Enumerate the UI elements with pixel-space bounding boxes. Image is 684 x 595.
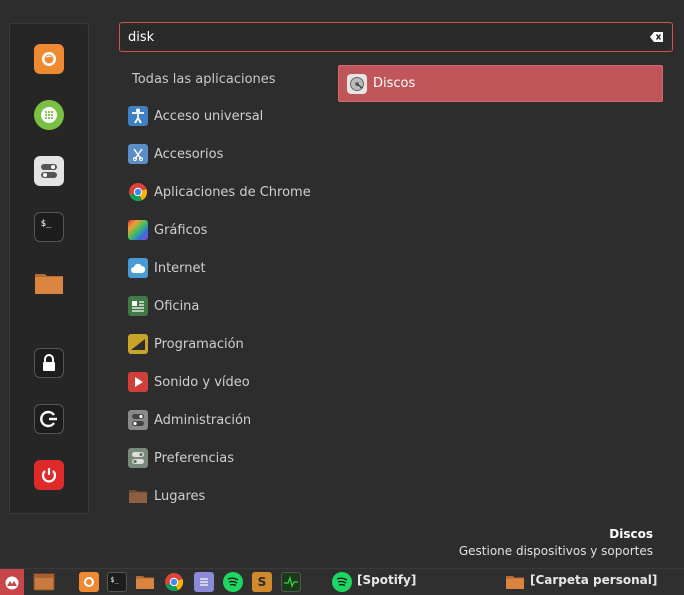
firefox-icon[interactable] <box>34 44 64 74</box>
firefox-icon[interactable] <box>79 572 99 592</box>
cloud-icon <box>128 258 148 278</box>
menu-button[interactable] <box>0 569 24 595</box>
category-label: Acceso universal <box>154 108 264 124</box>
category-office[interactable]: Oficina <box>128 295 318 317</box>
play-icon <box>128 372 148 392</box>
system-monitor-icon[interactable] <box>281 572 301 592</box>
show-desktop-icon[interactable] <box>33 572 55 592</box>
software-manager-icon[interactable] <box>34 100 64 130</box>
category-label: Sonido y vídeo <box>154 374 250 390</box>
office-icon <box>128 296 148 316</box>
spotify-window-icon <box>332 572 352 592</box>
search-bar <box>119 22 673 52</box>
window-button-home-folder[interactable]: [Carpeta personal] <box>530 573 657 587</box>
text-editor-icon[interactable] <box>194 572 214 592</box>
administration-icon <box>128 410 148 430</box>
settings-icon[interactable] <box>34 156 64 186</box>
category-label: Administración <box>154 412 252 428</box>
category-label: Internet <box>154 260 206 276</box>
power-icon[interactable] <box>34 460 64 490</box>
search-result-discos[interactable]: Discos <box>338 65 663 102</box>
taskbar: $_ S [Spotify] [Carpeta personal] <box>0 568 684 595</box>
category-universal-access[interactable]: Acceso universal <box>128 105 318 127</box>
category-places[interactable]: Lugares <box>128 485 318 507</box>
app-description-title: Discos <box>609 527 653 541</box>
clear-search-icon[interactable] <box>650 31 664 43</box>
programming-icon <box>128 334 148 354</box>
category-accessories[interactable]: Accesorios <box>128 143 318 165</box>
result-label: Discos <box>373 76 416 91</box>
home-folder-window-icon <box>505 572 525 592</box>
category-label: Aplicaciones de Chrome <box>154 184 311 200</box>
category-internet[interactable]: Internet <box>128 257 318 279</box>
category-preferences[interactable]: Preferencias <box>128 447 318 469</box>
category-all-applications[interactable]: Todas las aplicaciones <box>132 72 276 87</box>
category-label: Preferencias <box>154 450 235 466</box>
places-folder-icon <box>128 486 148 506</box>
logout-icon[interactable] <box>34 404 64 434</box>
app-description-text: Gestione dispositivos y soportes <box>458 544 653 558</box>
category-programming[interactable]: Programación <box>128 333 318 355</box>
folder-icon[interactable] <box>135 572 155 592</box>
folder-icon[interactable] <box>34 268 64 298</box>
graphics-icon <box>128 220 148 240</box>
search-input[interactable] <box>128 28 638 46</box>
chrome-icon[interactable] <box>164 572 184 592</box>
category-label: Programación <box>154 336 244 352</box>
scissors-icon <box>128 144 148 164</box>
category-administration[interactable]: Administración <box>128 409 318 431</box>
category-label: Accesorios <box>154 146 224 162</box>
spotify-icon[interactable] <box>223 572 243 592</box>
category-sound-video[interactable]: Sonido y vídeo <box>128 371 318 393</box>
category-chrome-apps[interactable]: Aplicaciones de Chrome <box>128 181 318 203</box>
preferences-icon <box>128 448 148 468</box>
chrome-icon <box>128 182 148 202</box>
window-button-spotify[interactable]: [Spotify] <box>357 573 416 587</box>
category-label: Lugares <box>154 488 206 504</box>
category-label: Gráficos <box>154 222 208 238</box>
application-menu: $_ Todas las aplicaciones Acceso univers… <box>0 0 684 568</box>
sublime-text-icon[interactable]: S <box>252 572 272 592</box>
accessibility-icon <box>128 106 148 126</box>
disks-icon <box>347 73 367 94</box>
favorites-sidebar: $_ <box>9 23 89 514</box>
terminal-icon[interactable]: $_ <box>107 572 127 592</box>
lock-icon[interactable] <box>34 348 64 378</box>
terminal-icon[interactable]: $_ <box>34 212 64 242</box>
category-graphics[interactable]: Gráficos <box>128 219 318 241</box>
category-label: Oficina <box>154 298 200 314</box>
